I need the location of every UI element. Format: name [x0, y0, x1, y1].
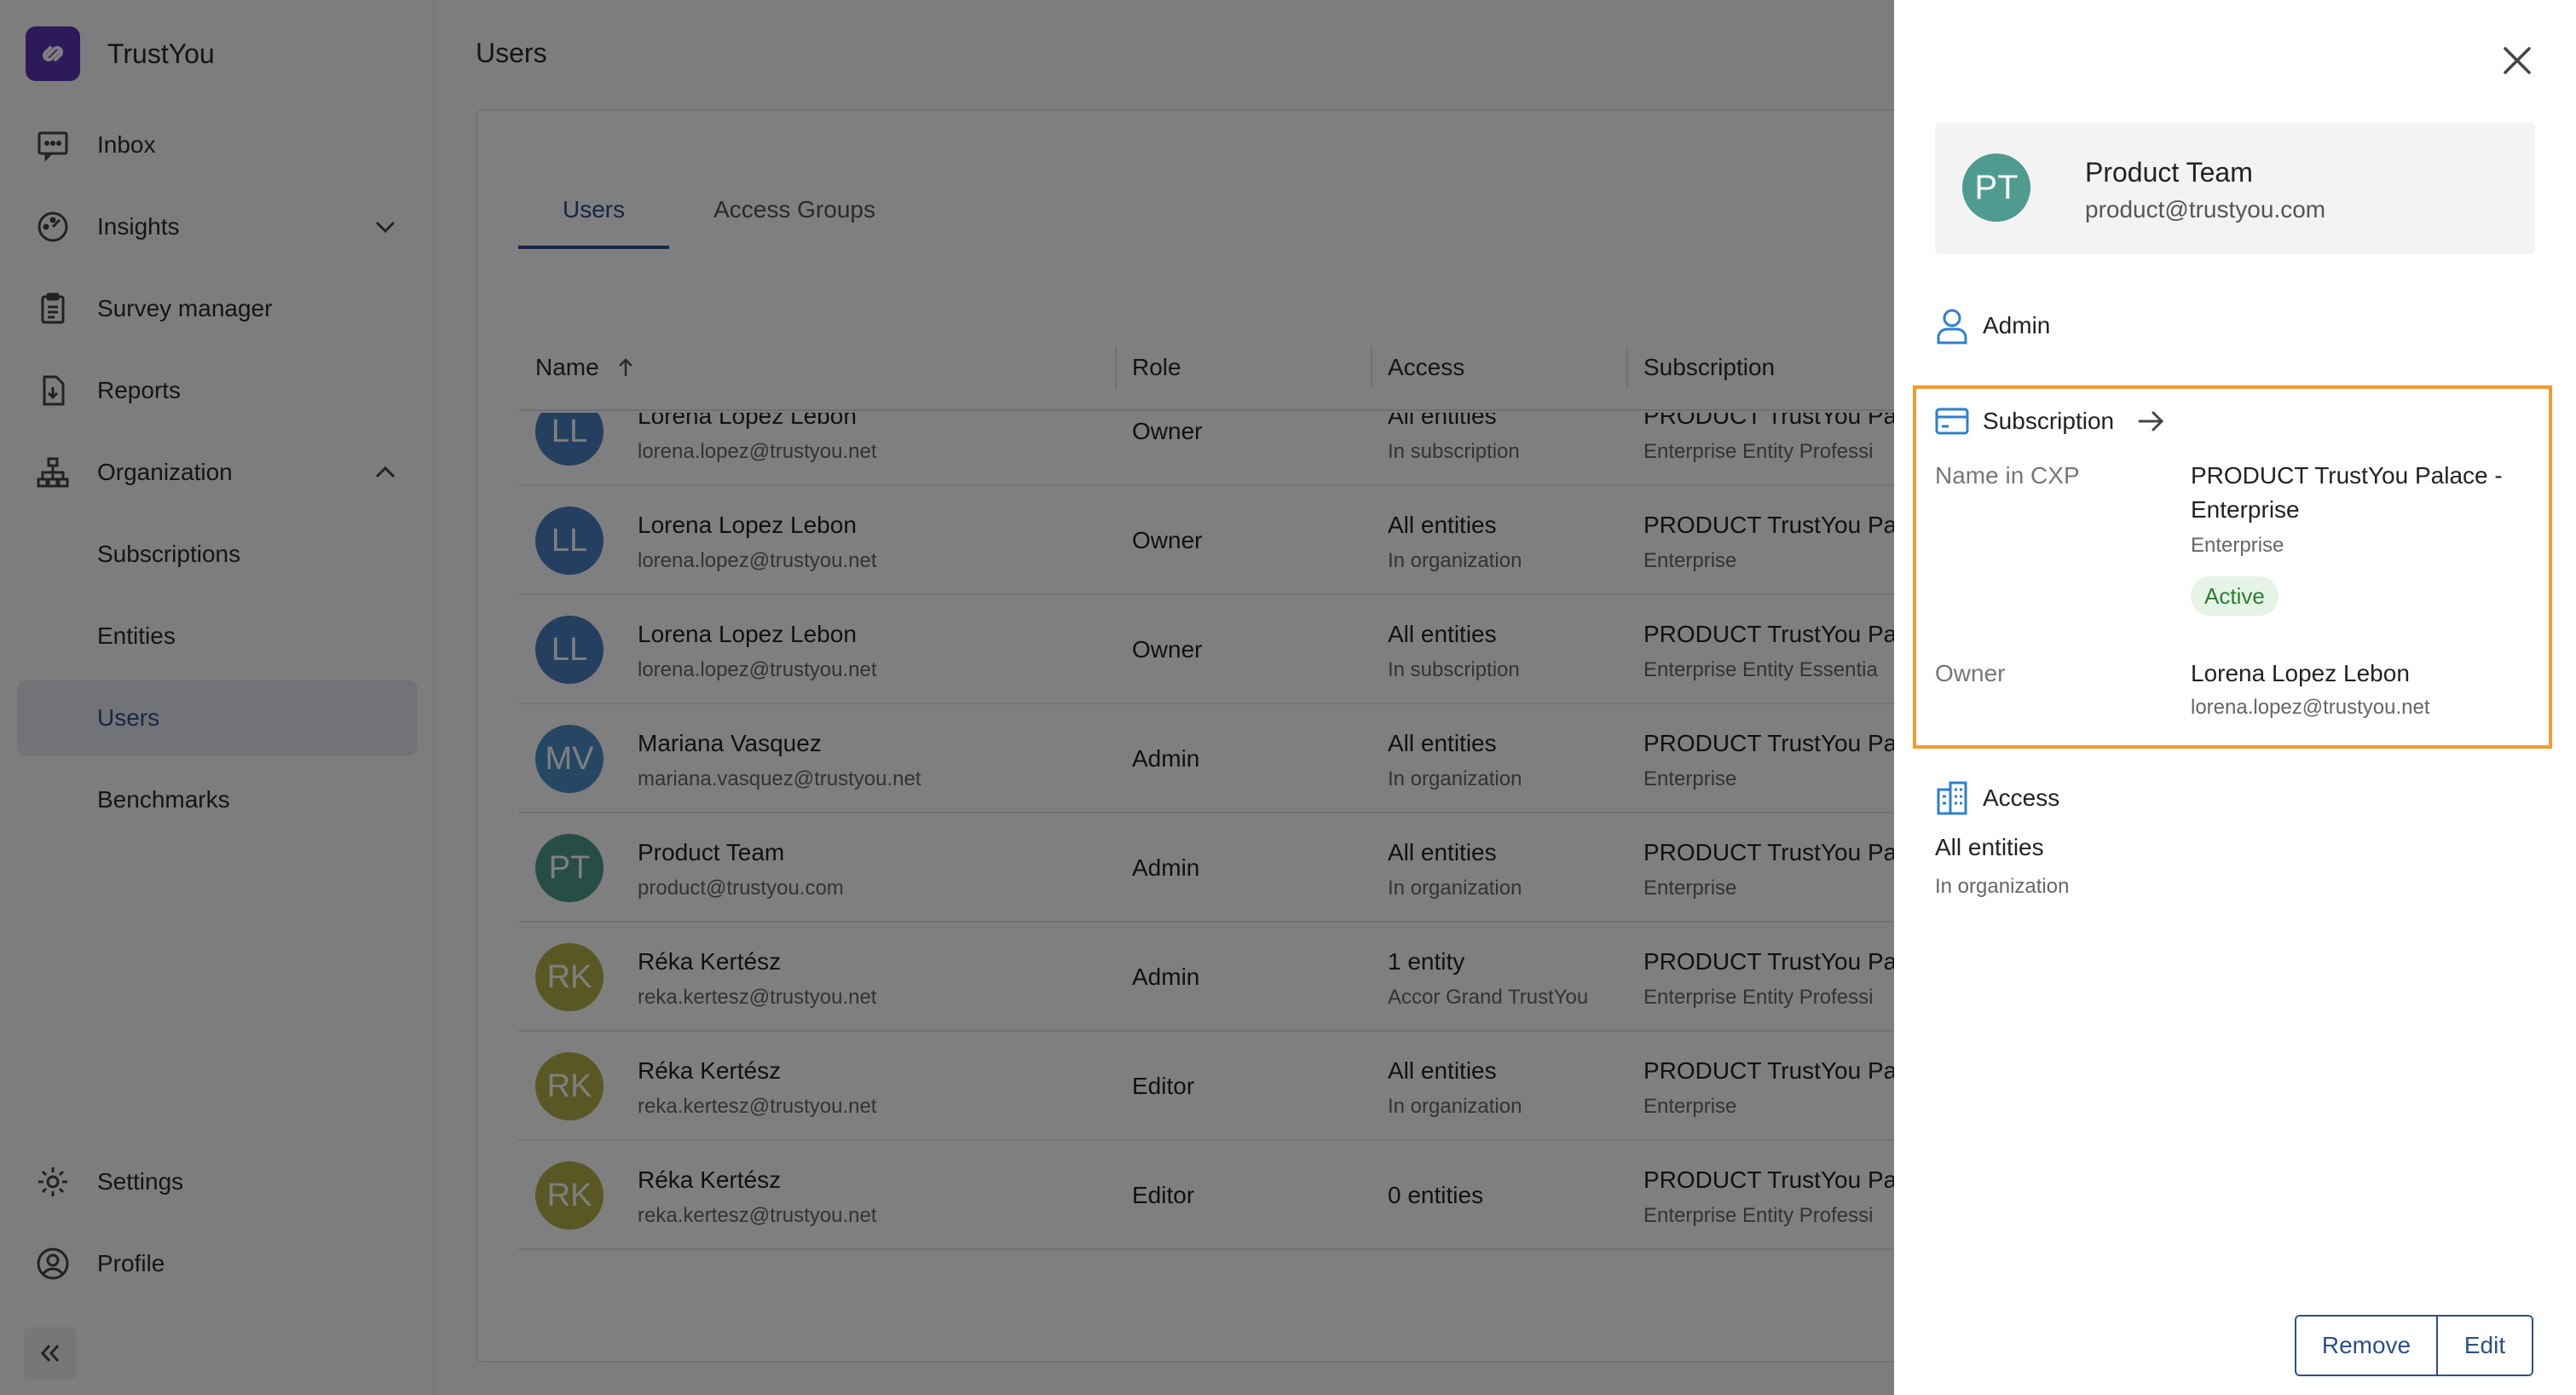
access-value: All entities: [1935, 834, 2044, 860]
close-icon: [2504, 47, 2531, 74]
user-email: product@trustyou.com: [2085, 196, 2326, 223]
user-role-line: Admin: [1935, 307, 2050, 344]
name-in-cxp-label: Name in CXP: [1935, 462, 2080, 489]
subscription-header[interactable]: Subscription: [1935, 406, 2167, 437]
person-icon: [1937, 309, 1967, 344]
access-scope: In organization: [1935, 875, 2070, 898]
role-label: Admin: [1983, 312, 2051, 339]
drawer-actions: Remove Edit: [2295, 1315, 2533, 1376]
subscription-section: Subscription Name in CXP PRODUCT TrustYo…: [1913, 385, 2552, 749]
subscription-tier: Enterprise: [2191, 534, 2284, 557]
status-badge: Active: [2191, 576, 2279, 616]
name-in-cxp-value-line2: Enterprise: [2191, 496, 2300, 523]
owner-email: lorena.lopez@trustyou.net: [2191, 696, 2430, 719]
edit-button[interactable]: Edit: [2438, 1317, 2532, 1375]
access-header: Access: [1935, 781, 2059, 815]
credit-card-icon: [1935, 408, 1969, 435]
arrow-right-icon[interactable]: [2136, 406, 2167, 437]
close-button[interactable]: [2496, 39, 2538, 82]
user-name: Product Team: [2085, 157, 2253, 188]
avatar: PT: [1962, 153, 2030, 222]
access-title: Access: [1983, 784, 2060, 811]
owner-label: Owner: [1935, 660, 2006, 686]
remove-button[interactable]: Remove: [2296, 1317, 2438, 1375]
name-in-cxp-value-line1: PRODUCT TrustYou Palace -: [2191, 462, 2503, 489]
user-summary-card: PT Product Team product@trustyou.com: [1935, 123, 2535, 254]
user-detail-drawer: PT Product Team product@trustyou.com Adm…: [1894, 0, 2576, 1395]
subscription-title: Subscription: [1983, 408, 2115, 434]
modal-backdrop[interactable]: [0, 0, 1894, 1395]
owner-name: Lorena Lopez Lebon: [2191, 660, 2410, 686]
building-icon: [1937, 781, 1967, 815]
